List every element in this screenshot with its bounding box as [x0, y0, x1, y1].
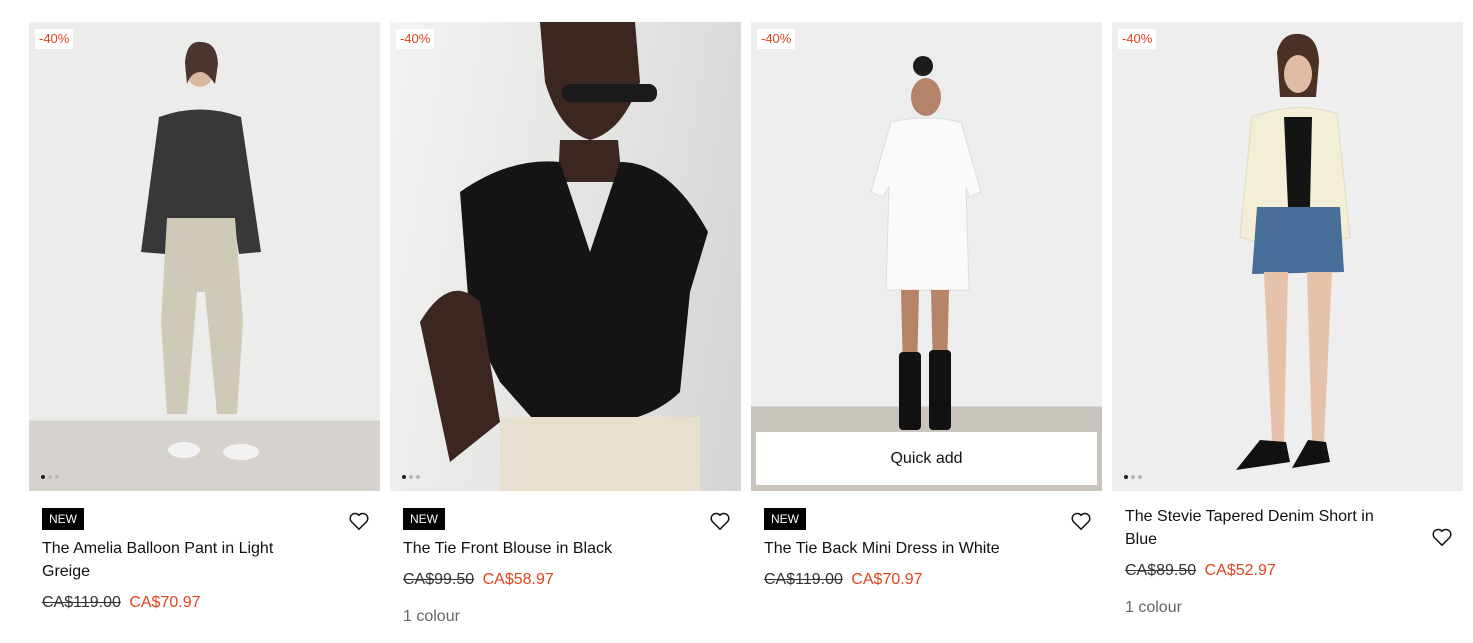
discount-badge: -40%: [757, 29, 796, 49]
colour-count[interactable]: 1 colour: [1125, 599, 1450, 617]
product-name[interactable]: The Tie Back Mini Dress in White: [764, 537, 1089, 560]
discount-badge: -40%: [396, 29, 435, 49]
heart-icon[interactable]: [709, 511, 731, 531]
product-price: CA$119.00 CA$70.97: [764, 570, 1089, 590]
product-price: CA$119.00 CA$70.97: [42, 593, 367, 613]
product-info: NEW The Amelia Balloon Pant in Light Gre…: [29, 491, 380, 613]
model-figure: [420, 22, 708, 491]
new-badge: NEW: [42, 508, 84, 530]
product-image[interactable]: -40%: [1112, 22, 1463, 491]
original-price: CA$89.50: [1125, 562, 1197, 579]
product-info: The Stevie Tapered Denim Short in Blue C…: [1112, 505, 1463, 617]
heart-icon[interactable]: [348, 511, 370, 531]
sale-price: CA$58.97: [482, 571, 554, 588]
discount-badge: -40%: [1118, 29, 1157, 49]
original-price: CA$119.00: [42, 594, 121, 611]
product-card[interactable]: -40% NEW The Tie Front Blouse in Black C…: [390, 22, 741, 626]
new-badge: NEW: [403, 508, 445, 530]
product-image[interactable]: -40%: [390, 22, 741, 491]
heart-icon[interactable]: [1070, 511, 1092, 531]
image-carousel-dots[interactable]: [402, 475, 420, 479]
carousel-dot[interactable]: [48, 475, 52, 479]
product-price: CA$99.50 CA$58.97: [403, 570, 728, 590]
original-price: CA$99.50: [403, 571, 475, 588]
product-name[interactable]: The Amelia Balloon Pant in Light Greige: [42, 537, 367, 583]
carousel-dot[interactable]: [1138, 475, 1142, 479]
product-name[interactable]: The Tie Front Blouse in Black: [403, 537, 728, 560]
sale-price: CA$70.97: [129, 594, 201, 611]
carousel-dot[interactable]: [402, 475, 406, 479]
product-grid: -40% NEW The Amelia Balloon Pant in Ligh…: [29, 22, 1463, 626]
model-figure: [1236, 33, 1351, 470]
sale-price: CA$52.97: [1204, 562, 1276, 579]
image-carousel-dots[interactable]: [41, 475, 59, 479]
product-image[interactable]: -40%: [29, 22, 380, 491]
new-badge: NEW: [764, 508, 806, 530]
carousel-dot[interactable]: [55, 475, 59, 479]
carousel-dot[interactable]: [1124, 475, 1128, 479]
product-price: CA$89.50 CA$52.97: [1125, 561, 1450, 581]
discount-badge: -40%: [35, 29, 74, 49]
carousel-dot[interactable]: [41, 475, 45, 479]
product-image[interactable]: -40% Quick add: [751, 22, 1102, 491]
product-card[interactable]: -40% NEW The Amelia Balloon Pant in Ligh…: [29, 22, 380, 626]
original-price: CA$119.00: [764, 571, 843, 588]
heart-icon[interactable]: [1431, 527, 1453, 547]
carousel-dot[interactable]: [416, 475, 420, 479]
product-card[interactable]: -40% The Stevie Tapered Denim Short in B…: [1112, 22, 1463, 626]
model-figure: [141, 41, 261, 460]
colour-count[interactable]: 1 colour: [403, 608, 728, 626]
image-carousel-dots[interactable]: [1124, 475, 1142, 479]
model-figure: [870, 56, 982, 430]
carousel-dot[interactable]: [1131, 475, 1135, 479]
product-card[interactable]: -40% Quick add NEW The Tie Back Mini Dre…: [751, 22, 1102, 626]
product-name[interactable]: The Stevie Tapered Denim Short in Blue: [1125, 505, 1450, 551]
sale-price: CA$70.97: [851, 571, 923, 588]
product-info: NEW The Tie Front Blouse in Black CA$99.…: [390, 491, 741, 626]
product-info: NEW The Tie Back Mini Dress in White CA$…: [751, 491, 1102, 590]
quick-add-button[interactable]: Quick add: [756, 432, 1097, 485]
carousel-dot[interactable]: [409, 475, 413, 479]
